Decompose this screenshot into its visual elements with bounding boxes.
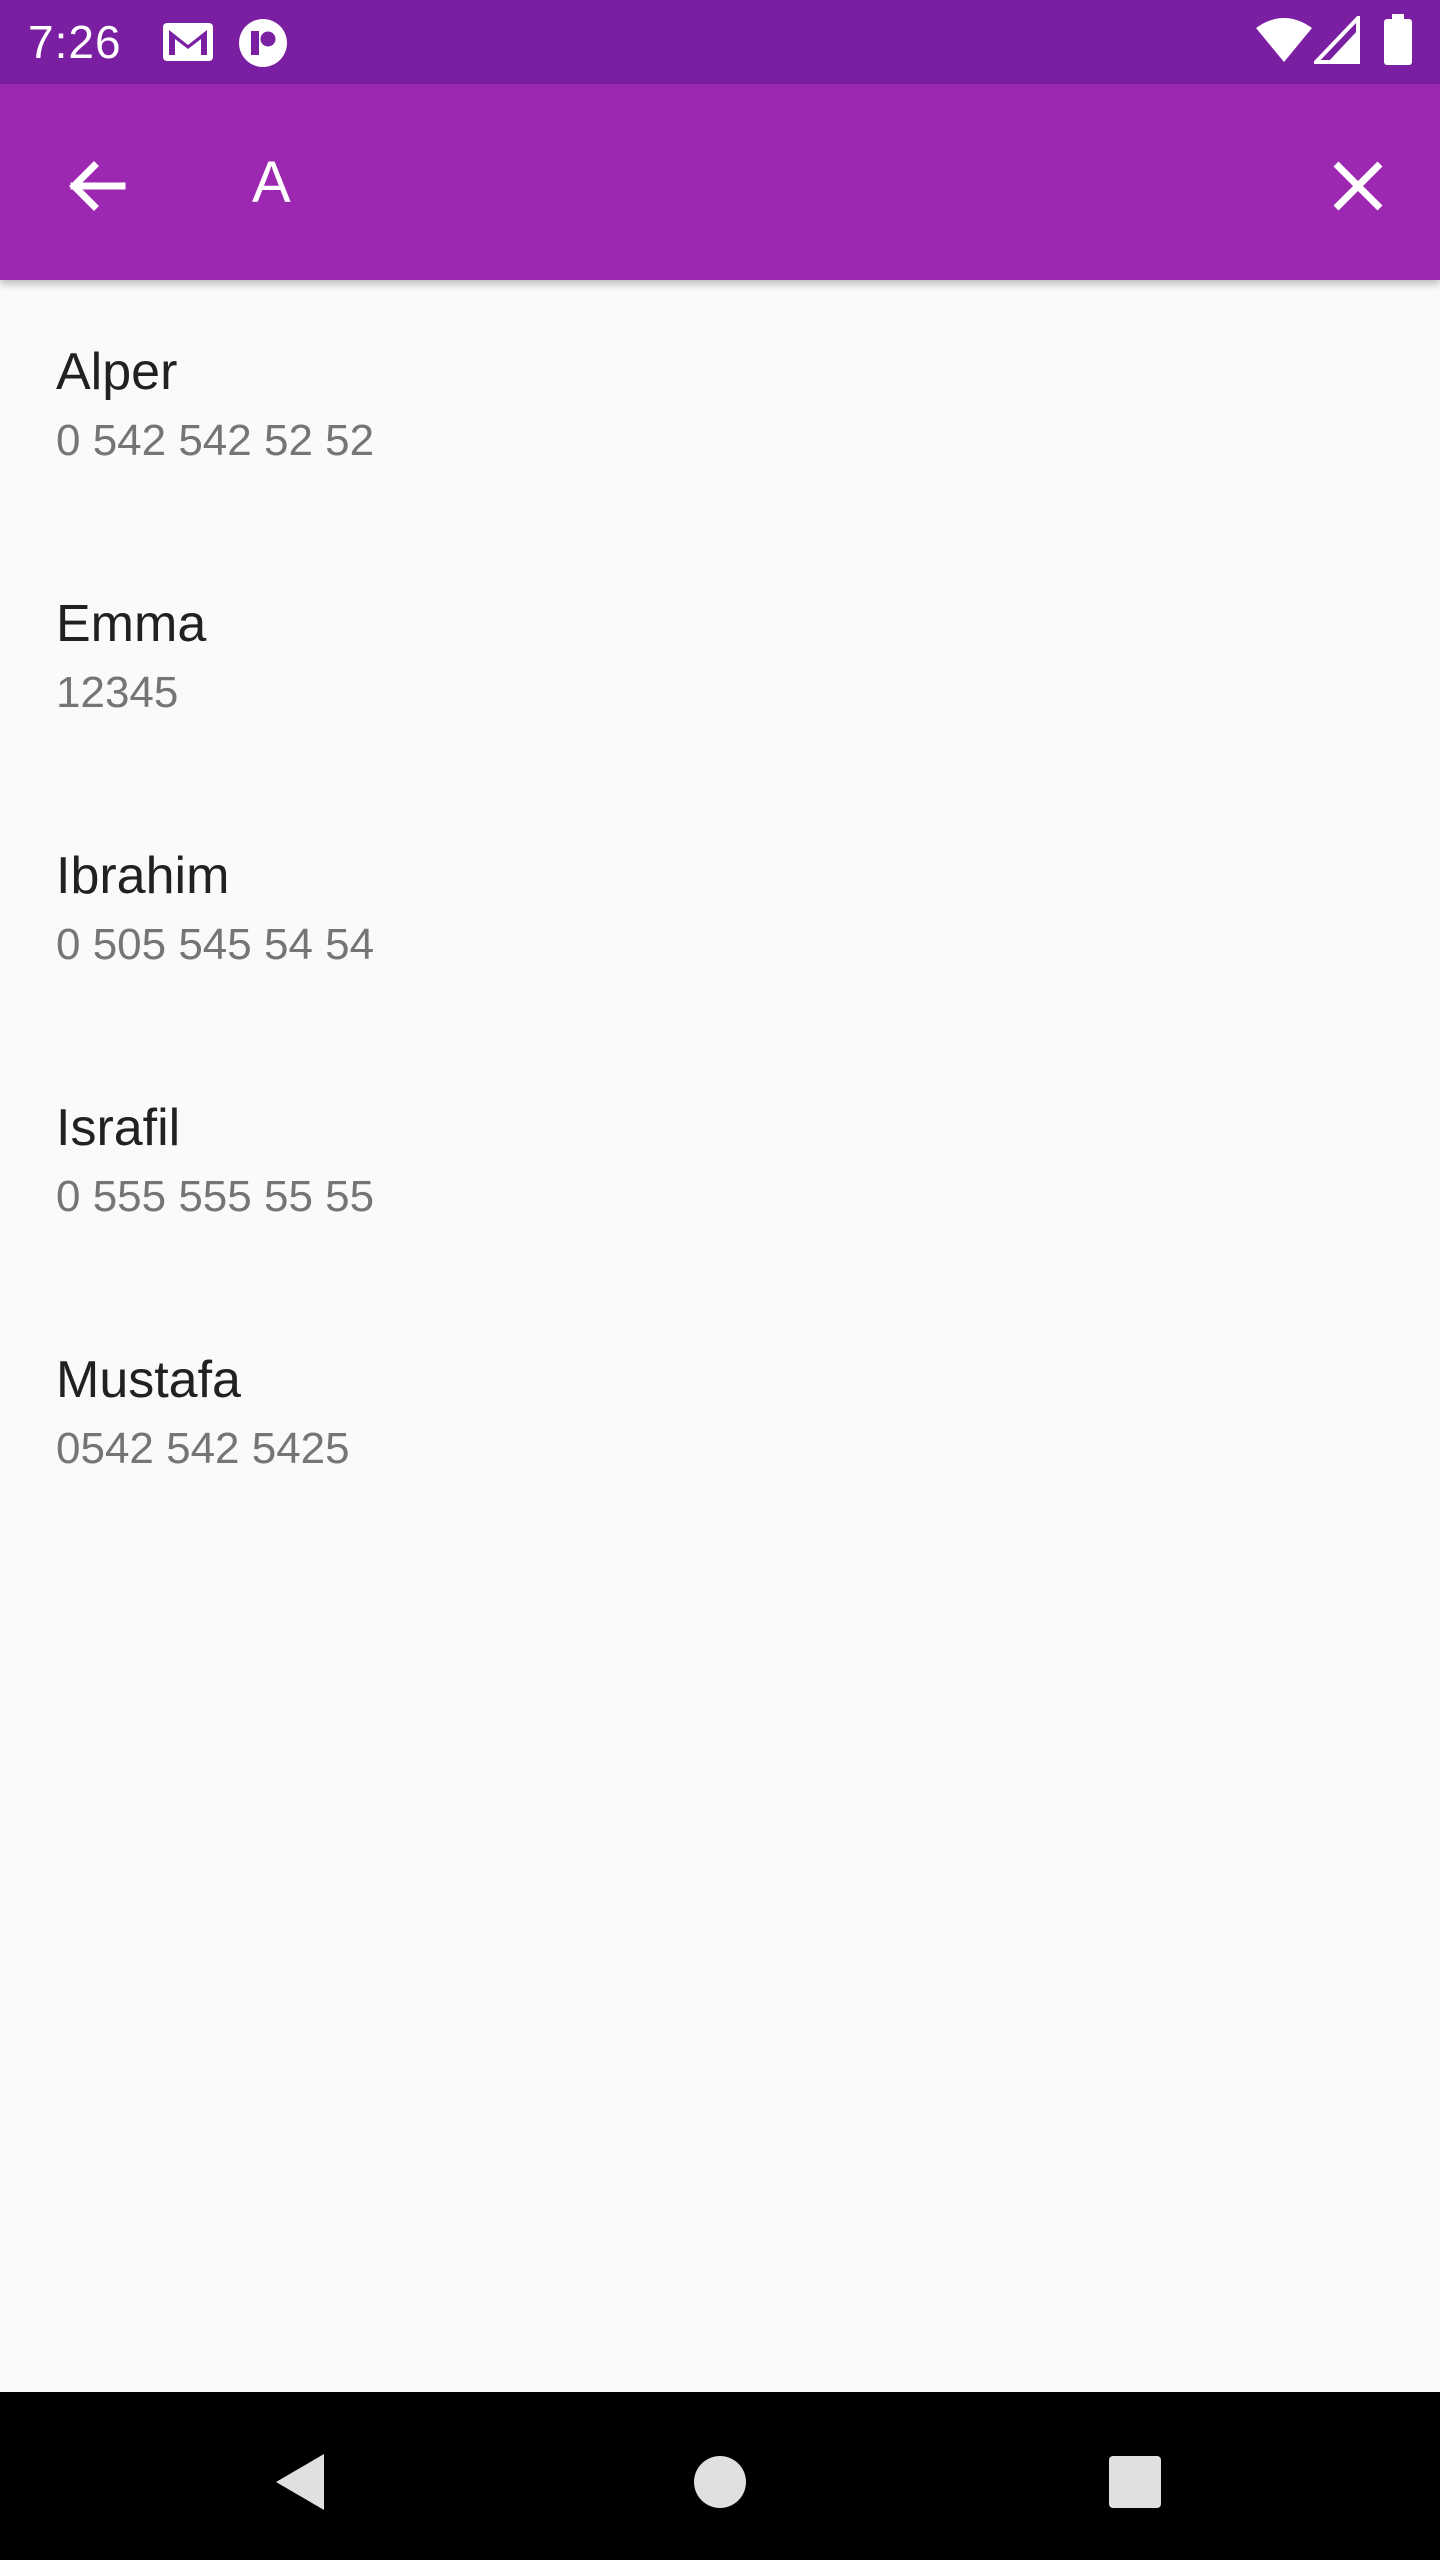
- back-triangle-icon: [276, 2454, 324, 2510]
- status-bar: 7:26: [0, 0, 1440, 84]
- contact-phone: 0542 542 5425: [56, 1424, 350, 1473]
- gmail-icon: [160, 18, 216, 71]
- nav-home-button[interactable]: [670, 2432, 770, 2532]
- contact-phone: 12345: [56, 668, 179, 717]
- battery-icon: [1384, 14, 1412, 71]
- contact-list: Alper 0 542 542 52 52 Emma 12345 Ibrahim…: [0, 280, 1440, 1540]
- contact-name: Israfil: [56, 1099, 181, 1157]
- wifi-icon: [1256, 16, 1312, 71]
- clear-search-button[interactable]: [1318, 146, 1398, 226]
- contact-item-israfil[interactable]: Israfil 0 555 555 55 55: [0, 1036, 1440, 1288]
- contact-phone: 0 505 545 54 54: [56, 920, 375, 969]
- contact-phone: 0 542 542 52 52: [56, 416, 375, 465]
- contact-name: Alper: [56, 343, 178, 401]
- contact-name: Mustafa: [56, 1351, 241, 1409]
- recents-square-icon: [1109, 2456, 1161, 2508]
- contact-item-mustafa[interactable]: Mustafa 0542 542 5425: [0, 1288, 1440, 1540]
- home-circle-icon: [694, 2456, 746, 2508]
- contact-item-alper[interactable]: Alper 0 542 542 52 52: [0, 280, 1440, 532]
- contact-item-ibrahim[interactable]: Ibrahim 0 505 545 54 54: [0, 784, 1440, 1036]
- nav-back-button[interactable]: [250, 2432, 350, 2532]
- contact-phone: 0 555 555 55 55: [56, 1172, 375, 1221]
- search-toolbar: [0, 84, 1440, 280]
- close-icon: [1333, 161, 1383, 211]
- notification-app-icon: [238, 18, 288, 73]
- status-time: 7:26: [28, 16, 122, 68]
- navigation-bar: [0, 2392, 1440, 2560]
- nav-recents-button[interactable]: [1085, 2432, 1185, 2532]
- contact-name: Ibrahim: [56, 847, 230, 905]
- signal-icon: [1311, 13, 1362, 71]
- search-input[interactable]: [252, 132, 1252, 232]
- arrow-back-icon: [69, 161, 126, 211]
- back-button[interactable]: [58, 146, 138, 226]
- contact-name: Emma: [56, 595, 207, 653]
- contact-item-emma[interactable]: Emma 12345: [0, 532, 1440, 784]
